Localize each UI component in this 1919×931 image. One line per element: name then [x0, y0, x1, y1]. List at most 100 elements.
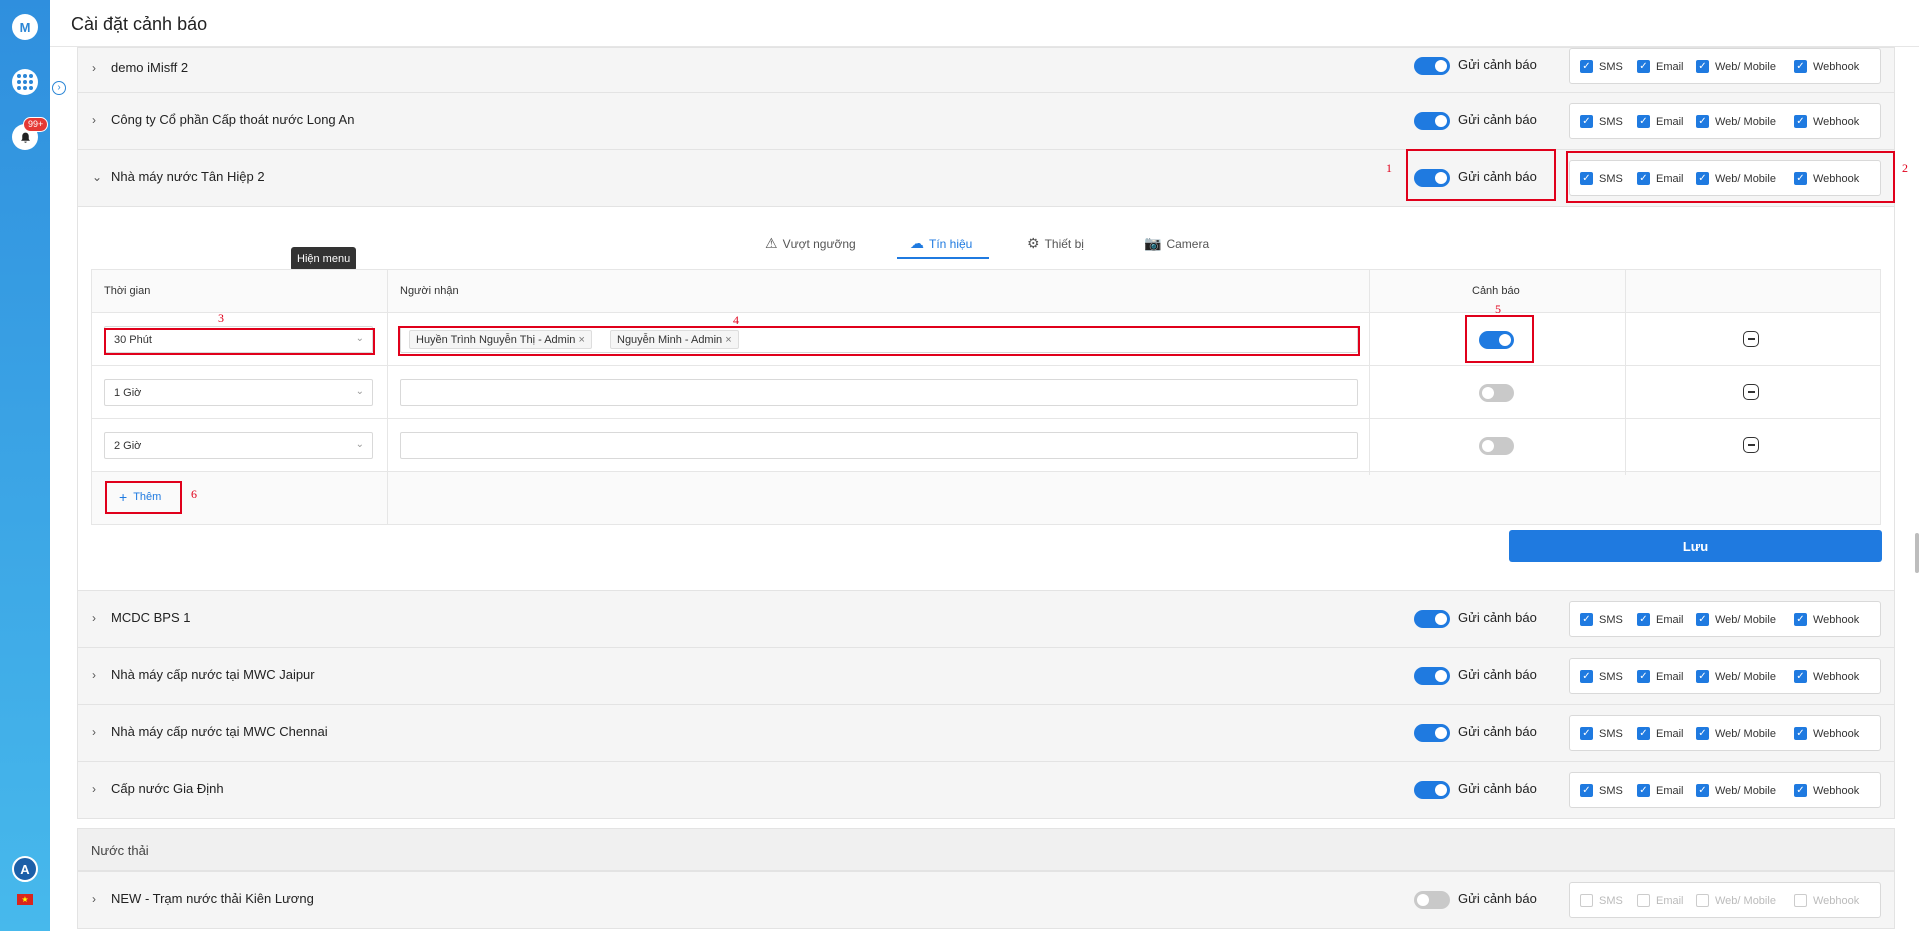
checkbox-icon[interactable]: [1637, 894, 1650, 907]
channel-webhook-checkbox[interactable]: ✓ Webhook: [1794, 727, 1859, 740]
channel-sms-checkbox[interactable]: ✓ SMS: [1580, 727, 1623, 740]
channel-webmobile-checkbox[interactable]: ✓ Web/ Mobile: [1696, 670, 1776, 683]
apps-grid-icon[interactable]: [12, 69, 38, 95]
scrollbar[interactable]: [1915, 533, 1919, 573]
chevron-right-icon[interactable]: ›: [92, 668, 96, 682]
checkbox-icon[interactable]: ✓: [1580, 115, 1593, 128]
chevron-right-icon[interactable]: ›: [92, 113, 96, 127]
remove-row-icon[interactable]: [1743, 331, 1759, 347]
channel-webmobile-checkbox[interactable]: ✓ Web/ Mobile: [1696, 60, 1776, 73]
remove-row-icon[interactable]: [1743, 384, 1759, 400]
site-row[interactable]: › NEW - Trạm nước thải Kiên Lương Gửi cả…: [77, 872, 1895, 929]
channel-webhook-checkbox[interactable]: ✓ Webhook: [1794, 670, 1859, 683]
checkbox-icon[interactable]: ✓: [1580, 784, 1593, 797]
vietnam-flag-icon[interactable]: ★: [17, 894, 33, 905]
channel-webhook-checkbox[interactable]: ✓ Webhook: [1794, 613, 1859, 626]
channel-email-checkbox[interactable]: ✓ Email: [1637, 115, 1684, 128]
checkbox-icon[interactable]: ✓: [1794, 670, 1807, 683]
site-row[interactable]: › Công ty Cổ phần Cấp thoát nước Long An…: [77, 93, 1895, 150]
checkbox-icon[interactable]: ✓: [1637, 115, 1650, 128]
save-button[interactable]: Lưu: [1509, 530, 1882, 562]
send-alert-toggle[interactable]: [1414, 781, 1450, 799]
checkbox-icon[interactable]: ✓: [1794, 784, 1807, 797]
channel-webmobile-checkbox[interactable]: ✓ Web/ Mobile: [1696, 727, 1776, 740]
site-row[interactable]: › demo iMisff 2 Gửi cảnh báo ✓ SMS ✓ Ema…: [77, 47, 1895, 93]
checkbox-icon[interactable]: ✓: [1794, 727, 1807, 740]
checkbox-icon[interactable]: ✓: [1696, 60, 1709, 73]
channel-email-checkbox[interactable]: ✓ Email: [1637, 784, 1684, 797]
checkbox-icon[interactable]: ✓: [1696, 613, 1709, 626]
channel-webmobile-checkbox[interactable]: ✓ Web/ Mobile: [1696, 784, 1776, 797]
channel-email-checkbox[interactable]: ✓ Email: [1637, 613, 1684, 626]
checkbox-icon[interactable]: ✓: [1637, 60, 1650, 73]
time-select[interactable]: 2 Giờ ⌄: [104, 432, 373, 459]
send-alert-toggle[interactable]: [1414, 112, 1450, 130]
channel-label: Web/ Mobile: [1715, 613, 1776, 626]
channel-sms-checkbox[interactable]: ✓ SMS: [1580, 60, 1623, 73]
send-alert-toggle[interactable]: [1414, 667, 1450, 685]
sidebar-expand-icon[interactable]: ›: [52, 81, 66, 95]
channel-sms-checkbox[interactable]: ✓ SMS: [1580, 670, 1623, 683]
checkbox-icon[interactable]: ✓: [1794, 60, 1807, 73]
tab-warning[interactable]: ⚠ Vượt ngưỡng: [765, 235, 856, 252]
time-select[interactable]: 1 Giờ ⌄: [104, 379, 373, 406]
channel-sms-checkbox[interactable]: ✓ SMS: [1580, 784, 1623, 797]
chevron-right-icon[interactable]: ›: [92, 611, 96, 625]
checkbox-icon[interactable]: ✓: [1794, 115, 1807, 128]
chevron-right-icon[interactable]: ›: [92, 782, 96, 796]
checkbox-icon[interactable]: ✓: [1637, 727, 1650, 740]
checkbox-icon[interactable]: ✓: [1696, 115, 1709, 128]
channel-group: ✓ SMS ✓ Email ✓ Web/ Mobile ✓ Webhook: [1569, 103, 1881, 139]
checkbox-icon[interactable]: ✓: [1696, 727, 1709, 740]
checkbox-icon[interactable]: ✓: [1637, 670, 1650, 683]
user-avatar[interactable]: A: [12, 856, 38, 882]
channel-webhook-checkbox[interactable]: ✓ Webhook: [1794, 60, 1859, 73]
channel-sms-checkbox[interactable]: ✓ SMS: [1580, 613, 1623, 626]
tab-cloud[interactable]: ☁ Tín hiệu: [910, 235, 972, 252]
checkbox-icon[interactable]: ✓: [1580, 670, 1593, 683]
tab-camera[interactable]: 📷 Camera: [1144, 235, 1209, 252]
alert-toggle[interactable]: [1479, 437, 1514, 455]
tab-device[interactable]: ⚙ Thiết bị: [1027, 235, 1084, 252]
checkbox-icon[interactable]: ✓: [1637, 784, 1650, 797]
checkbox-icon[interactable]: ✓: [1580, 727, 1593, 740]
chevron-right-icon[interactable]: ›: [92, 725, 96, 739]
channel-webmobile-checkbox[interactable]: ✓ Web/ Mobile: [1696, 613, 1776, 626]
send-alert-toggle[interactable]: [1414, 724, 1450, 742]
app-logo[interactable]: M: [12, 14, 38, 40]
receiver-input[interactable]: [400, 432, 1358, 459]
send-alert-toggle[interactable]: [1414, 891, 1450, 909]
channel-webmobile-checkbox[interactable]: Web/ Mobile: [1696, 894, 1776, 907]
channel-webhook-checkbox[interactable]: ✓ Webhook: [1794, 115, 1859, 128]
channel-email-checkbox[interactable]: ✓ Email: [1637, 60, 1684, 73]
remove-row-icon[interactable]: [1743, 437, 1759, 453]
site-row[interactable]: › Nhà máy cấp nước tại MWC Chennai Gửi c…: [77, 705, 1895, 762]
channel-sms-checkbox[interactable]: SMS: [1580, 894, 1623, 907]
channel-email-checkbox[interactable]: ✓ Email: [1637, 727, 1684, 740]
send-alert-toggle[interactable]: [1414, 610, 1450, 628]
site-row[interactable]: › MCDC BPS 1 Gửi cảnh báo ✓ SMS ✓ Email …: [77, 591, 1895, 648]
receiver-input[interactable]: [400, 379, 1358, 406]
checkbox-icon[interactable]: ✓: [1580, 613, 1593, 626]
checkbox-icon[interactable]: ✓: [1580, 60, 1593, 73]
checkbox-icon[interactable]: ✓: [1696, 784, 1709, 797]
checkbox-icon[interactable]: ✓: [1794, 613, 1807, 626]
channel-email-checkbox[interactable]: Email: [1637, 894, 1684, 907]
checkbox-icon[interactable]: [1794, 894, 1807, 907]
checkbox-icon[interactable]: [1696, 894, 1709, 907]
site-row[interactable]: › Nhà máy cấp nước tại MWC Jaipur Gửi cả…: [77, 648, 1895, 705]
site-row[interactable]: › Cấp nước Gia Định Gửi cảnh báo ✓ SMS ✓…: [77, 762, 1895, 819]
channel-webmobile-checkbox[interactable]: ✓ Web/ Mobile: [1696, 115, 1776, 128]
col-receiver: Người nhận: [400, 285, 459, 297]
site-name: NEW - Trạm nước thải Kiên Lương: [111, 891, 314, 906]
chevron-down-icon[interactable]: ⌄: [92, 170, 102, 184]
channel-webhook-checkbox[interactable]: Webhook: [1794, 894, 1859, 907]
channel-sms-checkbox[interactable]: ✓ SMS: [1580, 115, 1623, 128]
checkbox-icon[interactable]: ✓: [1696, 670, 1709, 683]
chevron-right-icon[interactable]: ›: [92, 892, 96, 906]
checkbox-icon[interactable]: [1580, 894, 1593, 907]
alert-toggle[interactable]: [1479, 384, 1514, 402]
channel-email-checkbox[interactable]: ✓ Email: [1637, 670, 1684, 683]
checkbox-icon[interactable]: ✓: [1637, 613, 1650, 626]
channel-webhook-checkbox[interactable]: ✓ Webhook: [1794, 784, 1859, 797]
